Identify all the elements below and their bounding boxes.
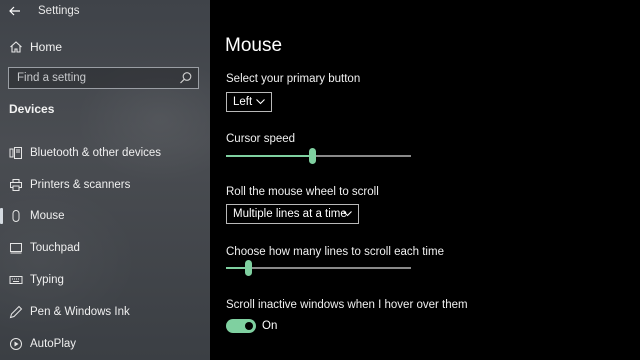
sidebar-item-label: Pen & Windows Ink <box>30 305 130 318</box>
home-icon <box>8 39 24 55</box>
search-input[interactable] <box>17 72 177 84</box>
mouse-icon <box>8 208 24 224</box>
main-panel: Mouse Select your primary button Left Cu… <box>210 0 640 360</box>
back-arrow-icon <box>9 6 20 16</box>
scroll-wheel-label: Roll the mouse wheel to scroll <box>226 186 379 198</box>
section-title: Devices <box>9 102 55 116</box>
keyboard-icon <box>8 272 24 288</box>
sidebar-item-label: Printers & scanners <box>30 178 131 191</box>
sidebar: Settings Home Devices Bluetooth & other … <box>0 0 210 360</box>
bluetooth-devices-icon <box>8 145 24 161</box>
title-bar: Settings <box>0 0 210 24</box>
sidebar-item-label: AutoPlay <box>30 337 77 350</box>
autoplay-icon <box>8 336 24 352</box>
slider-track <box>226 267 411 269</box>
primary-button-label: Select your primary button <box>226 73 361 85</box>
inactive-scroll-toggle[interactable] <box>226 319 256 333</box>
search-box[interactable] <box>8 67 199 89</box>
search-icon[interactable] <box>179 71 193 85</box>
sidebar-item-label: Touchpad <box>30 242 80 255</box>
app-title: Settings <box>38 5 80 17</box>
inactive-scroll-label: Scroll inactive windows when I hover ove… <box>226 299 468 311</box>
sidebar-item-mouse[interactable]: Mouse <box>0 201 210 233</box>
scroll-lines-label: Choose how many lines to scroll each tim… <box>226 246 444 258</box>
back-button[interactable] <box>6 2 24 20</box>
sidebar-item-label: Mouse <box>30 210 65 223</box>
scroll-wheel-value: Multiple lines at a time <box>233 208 347 220</box>
chevron-down-icon <box>256 99 265 105</box>
toggle-knob <box>245 322 253 330</box>
sidebar-item-label: Bluetooth & other devices <box>30 146 162 159</box>
home-label: Home <box>30 40 63 54</box>
printer-icon <box>8 177 24 193</box>
scroll-wheel-dropdown[interactable]: Multiple lines at a time <box>226 204 359 224</box>
slider-thumb[interactable] <box>309 148 317 164</box>
sidebar-item-touchpad[interactable]: Touchpad <box>0 232 210 264</box>
sidebar-item-pen[interactable]: Pen & Windows Ink <box>0 296 210 328</box>
home-nav-item[interactable]: Home <box>0 36 210 58</box>
nav-list: Bluetooth & other devices Printers & sca… <box>0 137 210 360</box>
chevron-down-icon <box>343 211 352 217</box>
primary-button-value: Left <box>233 96 253 108</box>
toggle-state-label: On <box>262 320 278 332</box>
sidebar-item-bluetooth[interactable]: Bluetooth & other devices <box>0 137 210 169</box>
cursor-speed-slider[interactable] <box>226 148 411 164</box>
sidebar-item-autoplay[interactable]: AutoPlay <box>0 328 210 360</box>
pen-icon <box>8 304 24 320</box>
primary-button-dropdown[interactable]: Left <box>226 92 272 112</box>
page-title: Mouse <box>225 35 283 56</box>
sidebar-item-typing[interactable]: Typing <box>0 264 210 296</box>
slider-fill <box>226 155 313 157</box>
scroll-lines-slider[interactable] <box>226 260 411 276</box>
cursor-speed-label: Cursor speed <box>226 133 296 145</box>
sidebar-item-label: Typing <box>30 274 64 287</box>
sidebar-item-printers[interactable]: Printers & scanners <box>0 169 210 201</box>
touchpad-icon <box>8 240 24 256</box>
slider-thumb[interactable] <box>244 260 252 276</box>
